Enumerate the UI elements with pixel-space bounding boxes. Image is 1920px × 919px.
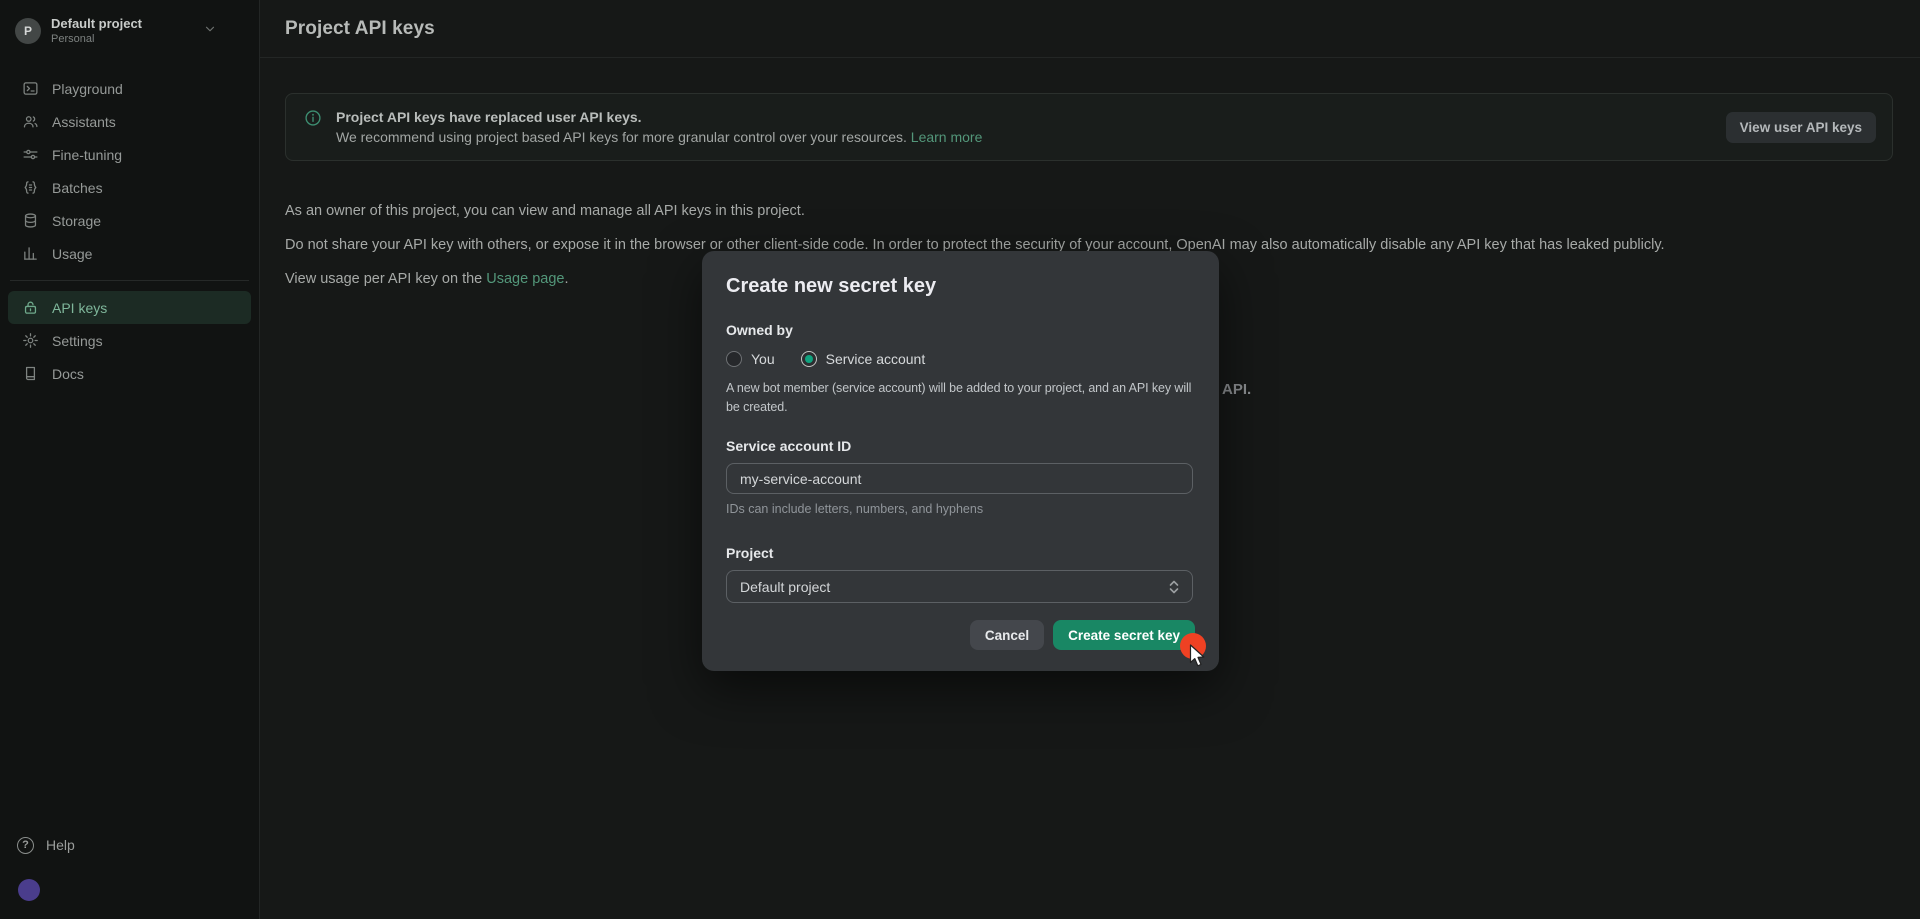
project-select-label: Project (726, 545, 1195, 561)
project-subtitle: Personal (51, 33, 193, 46)
sidebar-item-usage[interactable]: Usage (8, 237, 251, 270)
radio-option-service-account[interactable]: Service account (801, 351, 926, 367)
radio-option-you[interactable]: You (726, 351, 775, 367)
project-select[interactable]: Default project (726, 570, 1193, 603)
sidebar-item-storage[interactable]: Storage (8, 204, 251, 237)
sidebar-item-label: Usage (52, 246, 92, 262)
banner-body-text: We recommend using project based API key… (336, 129, 907, 145)
banner-body: We recommend using project based API key… (336, 127, 982, 147)
banner-text: Project API keys have replaced user API … (336, 107, 982, 147)
info-icon (304, 109, 322, 132)
cancel-button[interactable]: Cancel (970, 620, 1044, 650)
service-account-id-label: Service account ID (726, 438, 1195, 454)
playground-icon (22, 80, 39, 97)
create-secret-key-button[interactable]: Create secret key (1053, 620, 1195, 650)
service-account-id-help: IDs can include letters, numbers, and hy… (726, 502, 1195, 516)
batches-icon (22, 179, 39, 196)
sidebar-item-label: Batches (52, 180, 103, 196)
page-header: Project API keys (260, 0, 1920, 58)
paragraph-usage-suffix: . (564, 271, 568, 287)
obscured-text-fragment: API. (1222, 381, 1251, 398)
select-chevrons-icon (1169, 580, 1179, 594)
create-secret-key-modal: Create new secret key Owned by You Servi… (702, 251, 1219, 671)
radio-icon-you (726, 351, 742, 367)
sidebar-item-api-keys[interactable]: API keys (8, 291, 251, 324)
sidebar-item-label: Storage (52, 213, 101, 229)
sidebar-item-label: Playground (52, 81, 123, 97)
storage-icon (22, 212, 39, 229)
owned-by-label: Owned by (726, 322, 1195, 338)
service-account-id-input[interactable] (726, 463, 1193, 494)
usage-icon (22, 245, 39, 262)
sidebar: P Default project Personal Playground A (0, 0, 260, 919)
info-banner: Project API keys have replaced user API … (285, 93, 1893, 161)
modal-title: Create new secret key (726, 275, 1195, 298)
gear-icon (22, 332, 39, 349)
radio-label-you: You (751, 351, 775, 367)
sidebar-item-fine-tuning[interactable]: Fine-tuning (8, 138, 251, 171)
radio-label-service-account: Service account (826, 351, 926, 367)
sidebar-item-docs[interactable]: Docs (8, 357, 251, 390)
help-button[interactable]: ? Help (8, 829, 251, 861)
usage-page-link[interactable]: Usage page (486, 271, 564, 287)
project-select-value: Default project (740, 579, 830, 595)
radio-icon-service-account (801, 351, 817, 367)
sidebar-item-assistants[interactable]: Assistants (8, 105, 251, 138)
fine-tuning-icon (22, 146, 39, 163)
modal-actions: Cancel Create secret key (970, 620, 1195, 650)
radio-selected-dot (805, 355, 813, 363)
lock-icon (22, 299, 39, 316)
chevron-down-icon (203, 22, 217, 41)
sidebar-item-label: Fine-tuning (52, 147, 122, 163)
sidebar-item-settings[interactable]: Settings (8, 324, 251, 357)
view-user-api-keys-button[interactable]: View user API keys (1726, 112, 1876, 143)
owned-by-radio-group: You Service account (726, 351, 1195, 367)
project-switcher[interactable]: P Default project Personal (8, 14, 251, 48)
service-account-note: A new bot member (service account) will … (726, 379, 1195, 417)
banner-title: Project API keys have replaced user API … (336, 107, 982, 127)
user-avatar[interactable] (18, 879, 40, 901)
sidebar-spacer (8, 390, 251, 829)
sidebar-item-label: Docs (52, 366, 84, 382)
project-title: Default project (51, 16, 193, 32)
sidebar-nav: Playground Assistants Fine-tuning Batche… (8, 72, 251, 390)
project-switcher-text: Default project Personal (51, 16, 193, 46)
learn-more-link[interactable]: Learn more (911, 129, 983, 145)
page-title: Project API keys (285, 18, 435, 40)
help-icon: ? (17, 837, 34, 854)
assistants-icon (22, 113, 39, 130)
sidebar-item-label: Assistants (52, 114, 116, 130)
help-label: Help (46, 837, 75, 853)
paragraph-usage-prefix: View usage per API key on the (285, 271, 486, 287)
screen: P Default project Personal Playground A (0, 0, 1920, 919)
sidebar-item-playground[interactable]: Playground (8, 72, 251, 105)
sidebar-item-label: API keys (52, 300, 107, 316)
sidebar-divider (10, 280, 249, 281)
sidebar-item-label: Settings (52, 333, 103, 349)
book-icon (22, 365, 39, 382)
project-avatar: P (15, 18, 41, 44)
paragraph-owner: As an owner of this project, you can vie… (285, 201, 1893, 221)
sidebar-item-batches[interactable]: Batches (8, 171, 251, 204)
